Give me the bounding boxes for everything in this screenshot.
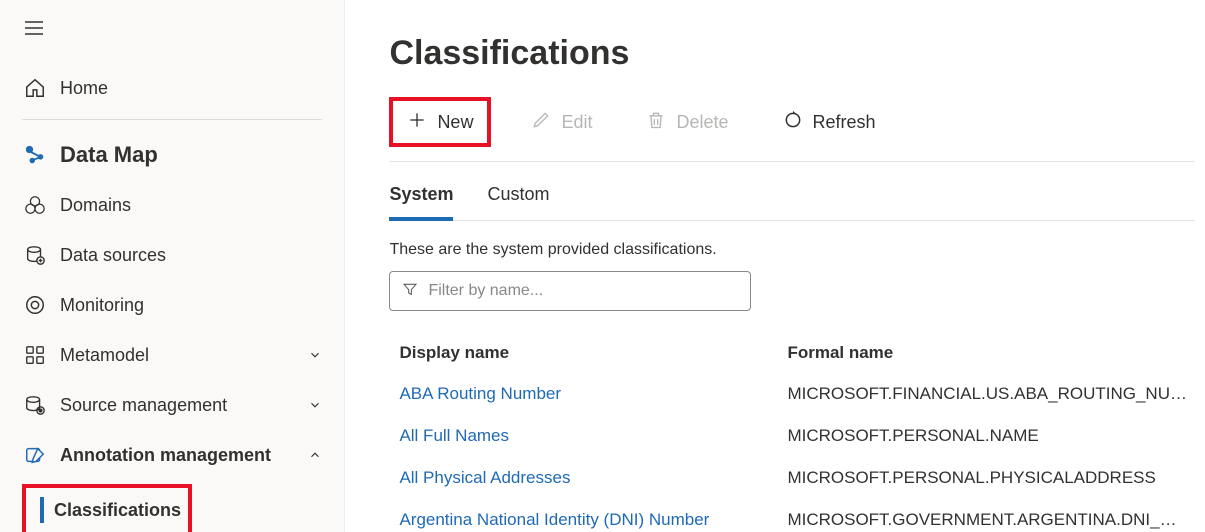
chevron-down-icon bbox=[308, 398, 322, 412]
button-label: Edit bbox=[561, 112, 592, 133]
sidebar-item-label: Data sources bbox=[60, 245, 322, 266]
chevron-down-icon bbox=[308, 348, 322, 362]
sidebar-subitem-classifications[interactable]: Classifications bbox=[26, 488, 188, 532]
table-header: Display name Formal name bbox=[389, 333, 1195, 373]
sidebar-item-label: Metamodel bbox=[60, 345, 308, 366]
cell-display[interactable]: ABA Routing Number bbox=[389, 374, 787, 414]
annotation-icon bbox=[22, 444, 48, 466]
sidebar-subitem-classifications-highlight: Classifications bbox=[22, 484, 192, 532]
cell-formal: MICROSOFT.GOVERNMENT.ARGENTINA.DNI_… bbox=[787, 500, 1195, 532]
sidebar-item-monitoring[interactable]: Monitoring bbox=[0, 280, 344, 330]
new-button[interactable]: New bbox=[393, 101, 487, 143]
sidebar-section-datamap[interactable]: Data Map bbox=[0, 130, 344, 180]
table-row[interactable]: Argentina National Identity (DNI) Number… bbox=[389, 499, 1195, 532]
chevron-up-icon bbox=[308, 448, 322, 462]
cell-formal: MICROSOFT.PERSONAL.NAME bbox=[787, 416, 1195, 456]
sidebar: Home Data Map Domains Data s bbox=[0, 0, 345, 532]
button-label: Refresh bbox=[813, 112, 876, 133]
domains-icon bbox=[22, 194, 48, 216]
plus-icon bbox=[407, 110, 427, 135]
refresh-button[interactable]: Refresh bbox=[769, 101, 890, 143]
sidebar-section-label: Data Map bbox=[60, 142, 322, 168]
col-formal-name[interactable]: Formal name bbox=[787, 333, 1195, 373]
toolbar: New Edit Delete Refresh bbox=[389, 97, 1195, 162]
button-label: Delete bbox=[676, 112, 728, 133]
tab-system[interactable]: System bbox=[389, 180, 453, 221]
cell-display[interactable]: All Full Names bbox=[389, 416, 787, 456]
divider bbox=[22, 119, 322, 120]
cell-display[interactable]: Argentina National Identity (DNI) Number bbox=[389, 500, 787, 532]
datamap-icon bbox=[22, 144, 48, 166]
sidebar-item-domains[interactable]: Domains bbox=[0, 180, 344, 230]
tab-description: These are the system provided classifica… bbox=[389, 241, 1195, 259]
filter-wrap[interactable] bbox=[389, 271, 751, 311]
cell-formal: MICROSOFT.PERSONAL.PHYSICALADDRESS bbox=[787, 458, 1195, 498]
edit-icon bbox=[531, 110, 551, 135]
tabs: System Custom bbox=[389, 180, 1195, 221]
delete-button: Delete bbox=[632, 101, 742, 143]
sidebar-item-sourcemanagement[interactable]: Source management bbox=[0, 380, 344, 430]
sidebar-item-label: Home bbox=[60, 78, 322, 99]
sidebar-item-label: Domains bbox=[60, 195, 322, 216]
tab-custom[interactable]: Custom bbox=[487, 180, 549, 220]
cell-formal: MICROSOFT.FINANCIAL.US.ABA_ROUTING_NU… bbox=[787, 374, 1195, 414]
classifications-table: Display name Formal name ABA Routing Num… bbox=[389, 333, 1195, 532]
sidebar-item-annotationmanagement[interactable]: Annotation management bbox=[0, 430, 344, 480]
filter-icon bbox=[402, 281, 418, 302]
sidebar-item-label: Classifications bbox=[54, 500, 181, 521]
metamodel-icon bbox=[22, 344, 48, 366]
table-row[interactable]: All Full Names MICROSOFT.PERSONAL.NAME bbox=[389, 415, 1195, 457]
sidebar-item-metamodel[interactable]: Metamodel bbox=[0, 330, 344, 380]
col-display-name[interactable]: Display name bbox=[389, 333, 787, 373]
edit-button: Edit bbox=[517, 101, 606, 143]
sidebar-item-home[interactable]: Home bbox=[0, 63, 344, 113]
sidebar-item-label: Source management bbox=[60, 395, 308, 416]
active-indicator bbox=[40, 497, 44, 523]
datasources-icon bbox=[22, 244, 48, 266]
hamburger-icon[interactable] bbox=[22, 27, 46, 44]
main-content: Classifications New Edit bbox=[345, 0, 1205, 532]
table-row[interactable]: All Physical Addresses MICROSOFT.PERSONA… bbox=[389, 457, 1195, 499]
monitoring-icon bbox=[22, 294, 48, 316]
sidebar-item-label: Monitoring bbox=[60, 295, 322, 316]
sourcemanagement-icon bbox=[22, 394, 48, 416]
filter-input[interactable] bbox=[428, 282, 738, 300]
cell-display[interactable]: All Physical Addresses bbox=[389, 458, 787, 498]
home-icon bbox=[22, 77, 48, 99]
table-row[interactable]: ABA Routing Number MICROSOFT.FINANCIAL.U… bbox=[389, 373, 1195, 415]
new-button-highlight: New bbox=[389, 97, 491, 147]
sidebar-item-datasources[interactable]: Data sources bbox=[0, 230, 344, 280]
page-title: Classifications bbox=[389, 34, 1195, 73]
sidebar-item-label: Annotation management bbox=[60, 445, 308, 466]
delete-icon bbox=[646, 110, 666, 135]
refresh-icon bbox=[783, 110, 803, 135]
button-label: New bbox=[437, 112, 473, 133]
